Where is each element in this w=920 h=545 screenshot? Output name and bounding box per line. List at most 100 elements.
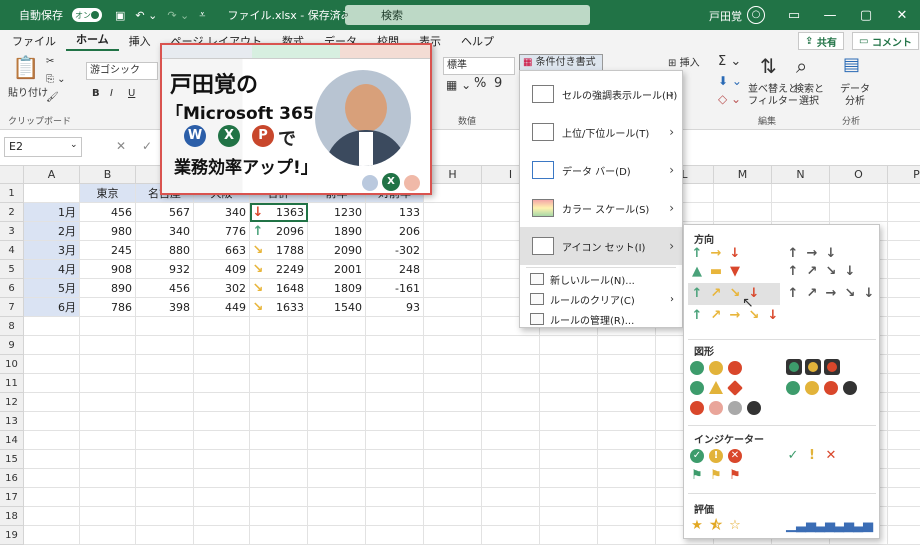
cell[interactable]: [24, 317, 80, 336]
cell[interactable]: [366, 336, 424, 355]
underline-icon[interactable]: U: [128, 88, 135, 99]
cell[interactable]: [308, 393, 366, 412]
cell[interactable]: [250, 488, 308, 507]
cell[interactable]: [308, 355, 366, 374]
cell[interactable]: [482, 488, 540, 507]
cell[interactable]: [482, 393, 540, 412]
cell[interactable]: [308, 374, 366, 393]
cell[interactable]: [80, 450, 136, 469]
cell[interactable]: [24, 336, 80, 355]
cell[interactable]: [80, 355, 136, 374]
row-header[interactable]: 17: [0, 488, 24, 507]
cell[interactable]: [80, 488, 136, 507]
cell[interactable]: [424, 279, 482, 298]
row-header[interactable]: 13: [0, 412, 24, 431]
cell[interactable]: [540, 393, 598, 412]
cell[interactable]: [482, 336, 540, 355]
font-name-select[interactable]: 游ゴシック: [86, 62, 158, 80]
cell[interactable]: [194, 412, 250, 431]
tab-insert[interactable]: 挿入: [119, 33, 161, 49]
cell[interactable]: [136, 412, 194, 431]
table-cell[interactable]: 932: [136, 260, 194, 279]
comment-button[interactable]: ▭ コメント: [852, 32, 919, 50]
cell[interactable]: [366, 317, 424, 336]
cell[interactable]: [80, 336, 136, 355]
paste-label[interactable]: 貼り付け: [8, 84, 48, 99]
table-cell[interactable]: 93: [366, 298, 424, 317]
cell[interactable]: [598, 374, 656, 393]
cell[interactable]: [308, 507, 366, 526]
copy-icon[interactable]: ⎘ ⌄: [46, 74, 66, 85]
cell[interactable]: [482, 374, 540, 393]
cell[interactable]: [24, 393, 80, 412]
table-cell[interactable]: 409: [194, 260, 250, 279]
cell[interactable]: [714, 203, 772, 222]
save-icon[interactable]: ▣: [110, 0, 130, 30]
find-select-icon[interactable]: ⌕: [796, 54, 807, 78]
cell[interactable]: [24, 412, 80, 431]
cell[interactable]: [888, 507, 920, 526]
cell[interactable]: [888, 279, 920, 298]
cell[interactable]: [250, 374, 308, 393]
cell[interactable]: [888, 393, 920, 412]
paste-icon[interactable]: 📋: [12, 56, 39, 81]
cell[interactable]: [194, 336, 250, 355]
cell[interactable]: [250, 526, 308, 545]
row-header[interactable]: 7: [0, 298, 24, 317]
cell[interactable]: [366, 393, 424, 412]
table-cell[interactable]: 1540: [308, 298, 366, 317]
cell[interactable]: [250, 336, 308, 355]
table-cell[interactable]: 449: [194, 298, 250, 317]
cell[interactable]: [424, 184, 482, 203]
analyze-data-label[interactable]: データ 分析: [840, 84, 870, 108]
cell[interactable]: [772, 184, 830, 203]
cell[interactable]: [194, 507, 250, 526]
table-cell[interactable]: 340: [136, 222, 194, 241]
cell[interactable]: [80, 507, 136, 526]
cell[interactable]: [482, 469, 540, 488]
cell[interactable]: [482, 507, 540, 526]
table-cell[interactable]: 456: [136, 279, 194, 298]
accounting-icon[interactable]: ▦ ⌄: [446, 78, 471, 92]
cell[interactable]: [80, 317, 136, 336]
format-painter-icon[interactable]: 🖌: [46, 92, 59, 103]
cell[interactable]: [366, 355, 424, 374]
cell[interactable]: [194, 317, 250, 336]
column-header[interactable]: B: [80, 166, 136, 184]
enter-icon[interactable]: ✓: [142, 139, 152, 153]
cell[interactable]: [424, 298, 482, 317]
cell[interactable]: [366, 488, 424, 507]
cell[interactable]: [80, 526, 136, 545]
undo-icon[interactable]: ↶ ⌄: [130, 0, 162, 30]
menu-data-bars[interactable]: データ バー(D) ›: [520, 151, 682, 189]
row-header[interactable]: 2: [0, 203, 24, 222]
cell[interactable]: [80, 393, 136, 412]
cell[interactable]: [194, 374, 250, 393]
cell[interactable]: [24, 488, 80, 507]
qat-customize-icon[interactable]: ⩡: [194, 0, 210, 30]
cell[interactable]: [424, 507, 482, 526]
cell[interactable]: [888, 184, 920, 203]
cell[interactable]: [888, 488, 920, 507]
row-header[interactable]: 1: [0, 184, 24, 203]
row-header[interactable]: 16: [0, 469, 24, 488]
maximize-icon[interactable]: ▢: [848, 0, 884, 30]
cell[interactable]: [136, 450, 194, 469]
row-header[interactable]: 5: [0, 260, 24, 279]
cell[interactable]: [366, 431, 424, 450]
close-icon[interactable]: ✕: [884, 0, 920, 30]
bold-icon[interactable]: B: [92, 88, 100, 99]
menu-color-scale[interactable]: カラー スケール(S) ›: [520, 189, 682, 227]
cell[interactable]: [424, 488, 482, 507]
cell[interactable]: [308, 450, 366, 469]
table-cell[interactable]: 908: [80, 260, 136, 279]
cell[interactable]: [540, 374, 598, 393]
cell[interactable]: [308, 488, 366, 507]
table-cell[interactable]: 980: [80, 222, 136, 241]
cell[interactable]: [424, 355, 482, 374]
row-header[interactable]: 4: [0, 241, 24, 260]
cell[interactable]: [424, 203, 482, 222]
search-box[interactable]: ⌕ 検索: [343, 5, 590, 25]
row-header[interactable]: 11: [0, 374, 24, 393]
cell[interactable]: [540, 507, 598, 526]
